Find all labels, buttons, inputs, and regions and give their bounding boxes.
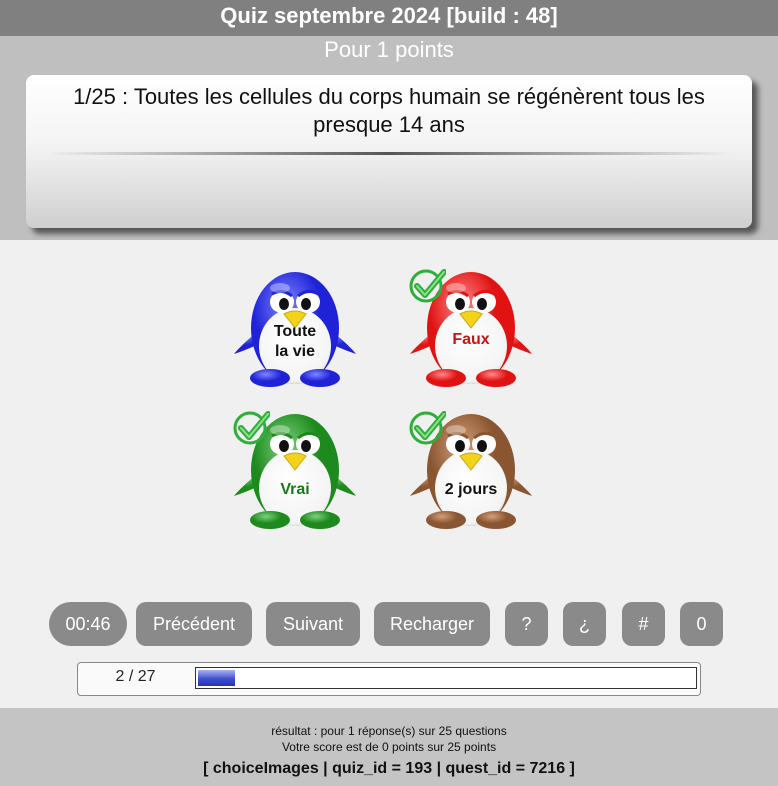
answer-label: Toute la vie <box>273 323 317 360</box>
answer-grid: Toute la vie Faux Vrai 2 jours <box>0 240 778 590</box>
debug-info: [ choiceImages | quiz_id = 193 | quest_i… <box>203 760 575 777</box>
result-text: résultat : pour 1 réponse(s) sur 25 ques… <box>271 724 507 738</box>
question-header: Pour 1 points 1/25 : Toutes les cellules… <box>0 36 778 240</box>
help-button[interactable]: ? <box>505 602 548 646</box>
check-icon <box>409 269 446 303</box>
check-icon <box>233 411 270 445</box>
question-text: 1/25 : Toutes les cellules du corps huma… <box>73 84 705 137</box>
inverted-question-button[interactable]: ¿ <box>563 602 606 646</box>
next-button[interactable]: Suivant <box>266 602 360 646</box>
previous-button[interactable]: Précédent <box>136 602 252 646</box>
hash-button[interactable]: # <box>622 602 665 646</box>
control-bar: 00:46 Précédent Suivant Recharger ? ¿ # … <box>0 602 778 646</box>
answer-option-4[interactable]: 2 jours <box>406 408 536 534</box>
quiz-title: Quiz septembre 2024 [build : 48] <box>0 0 778 36</box>
reload-button[interactable]: Recharger <box>374 602 490 646</box>
check-icon <box>409 411 446 445</box>
progress-panel: 2 / 27 <box>77 662 701 696</box>
zero-button[interactable]: 0 <box>680 602 723 646</box>
answer-label: Faux <box>452 331 490 348</box>
answer-label: Vrai <box>280 481 310 498</box>
footer: résultat : pour 1 réponse(s) sur 25 ques… <box>0 708 778 786</box>
divider <box>46 152 732 155</box>
progress-fill <box>198 670 235 686</box>
question-card: 1/25 : Toutes les cellules du corps huma… <box>26 75 752 228</box>
score-text: Votre score est de 0 points sur 25 point… <box>281 740 497 754</box>
points-label: Pour 1 points <box>324 37 454 62</box>
timer-display: 00:46 <box>49 602 127 646</box>
answer-option-2[interactable]: Faux <box>406 266 536 392</box>
progress-label: 2 / 27 <box>115 668 156 685</box>
answer-option-3[interactable]: Vrai <box>230 408 360 534</box>
progress-bar <box>195 667 697 689</box>
answer-label: 2 jours <box>444 481 498 498</box>
answer-option-1[interactable]: Toute la vie <box>230 266 360 392</box>
